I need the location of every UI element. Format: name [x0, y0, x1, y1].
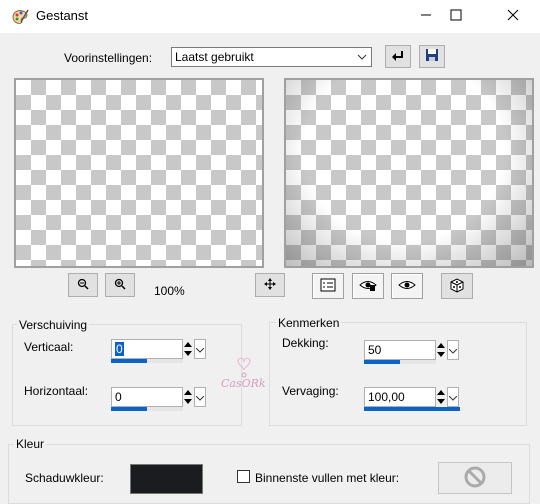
- blur-spinner[interactable]: 100,00: [364, 387, 460, 411]
- no-color-icon: [463, 465, 487, 492]
- chevron-down-icon: [448, 343, 458, 357]
- opacity-dropdown[interactable]: [447, 340, 459, 360]
- zoom-level: 100%: [154, 284, 185, 298]
- watermark-text: CasORk: [221, 377, 266, 390]
- presets-dropdown[interactable]: Laatst gebruikt: [171, 47, 372, 67]
- palette-icon: [10, 7, 30, 27]
- auto-proof-icon: [398, 279, 416, 294]
- minimize-icon: [420, 9, 432, 24]
- randomize-button[interactable]: [441, 273, 473, 299]
- opacity-bar-fill: [364, 360, 400, 364]
- vertical-spinner[interactable]: 0: [111, 339, 207, 363]
- properties-icon: [320, 278, 336, 295]
- chevron-down-icon: [195, 342, 205, 356]
- pan-button[interactable]: [255, 273, 285, 297]
- fill-color-swatch[interactable]: [438, 462, 512, 494]
- vertical-label: Verticaal:: [24, 340, 74, 354]
- horizontal-stepper[interactable]: [183, 387, 193, 407]
- vertical-dropdown[interactable]: [194, 339, 206, 359]
- opacity-bar: [364, 360, 436, 364]
- offset-group-title: Verschuiving: [17, 318, 90, 332]
- horizontal-input[interactable]: 0: [111, 387, 183, 407]
- proof-button[interactable]: [352, 273, 384, 299]
- horizontal-bar: [111, 407, 183, 411]
- presets-label: Voorinstellingen:: [64, 51, 153, 65]
- original-preview[interactable]: [14, 78, 264, 268]
- dice-icon: [449, 277, 465, 296]
- opacity-value: 50: [368, 343, 382, 357]
- horizontal-spinner[interactable]: 0: [111, 387, 207, 411]
- save-preset-button[interactable]: [419, 45, 445, 68]
- shadow-effect: [286, 80, 532, 266]
- title-bar: Gestanst: [0, 0, 540, 33]
- fill-inside-checkbox[interactable]: [237, 470, 250, 483]
- horizontal-value: 0: [115, 390, 122, 404]
- vertical-value: 0: [115, 342, 124, 356]
- horizontal-bar-fill: [111, 407, 147, 411]
- maximize-icon: [450, 9, 462, 24]
- fill-inside-label[interactable]: Binnenste vullen met kleur:: [255, 471, 399, 485]
- close-icon: [507, 9, 519, 24]
- vertical-stepper[interactable]: [183, 339, 193, 359]
- reset-icon: [390, 48, 406, 65]
- chevron-down-icon: [195, 390, 205, 404]
- blur-bar-fill: [364, 407, 460, 411]
- blur-label: Vervaging:: [282, 384, 339, 398]
- blur-value: 100,00: [368, 390, 405, 404]
- opacity-input[interactable]: 50: [364, 340, 436, 360]
- properties-button[interactable]: [312, 273, 344, 299]
- horizontal-label: Horizontaal:: [24, 384, 89, 398]
- chevron-down-icon: [353, 48, 371, 66]
- blur-stepper[interactable]: [436, 387, 446, 407]
- shadow-color-swatch[interactable]: [130, 464, 203, 494]
- chevron-down-icon: [448, 390, 458, 404]
- maximize-button[interactable]: [433, 0, 479, 33]
- presets-selected: Laatst gebruikt: [175, 50, 254, 64]
- reset-button[interactable]: [385, 45, 411, 68]
- close-button[interactable]: [490, 0, 536, 33]
- save-icon: [425, 48, 439, 65]
- shadow-color-label: Schaduwkleur:: [25, 471, 104, 485]
- opacity-stepper[interactable]: [436, 340, 446, 360]
- blur-input[interactable]: 100,00: [364, 387, 436, 407]
- window-title: Gestanst: [36, 8, 89, 23]
- horizontal-dropdown[interactable]: [194, 387, 206, 407]
- vertical-input[interactable]: 0: [111, 339, 183, 359]
- result-preview[interactable]: [284, 78, 534, 268]
- proof-icon: [359, 278, 377, 295]
- color-group-title: Kleur: [14, 437, 47, 451]
- auto-proof-button[interactable]: [391, 273, 423, 299]
- zoom-in-button[interactable]: [105, 273, 135, 297]
- blur-bar: [364, 407, 460, 411]
- vertical-bar: [111, 359, 183, 363]
- zoom-in-icon: [114, 278, 126, 293]
- vertical-bar-fill: [111, 359, 147, 363]
- zoom-out-button[interactable]: [68, 273, 98, 297]
- blur-dropdown[interactable]: [447, 387, 459, 407]
- zoom-out-icon: [77, 278, 89, 293]
- attributes-group-title: Kenmerken: [276, 316, 342, 330]
- pan-icon: [264, 277, 276, 293]
- opacity-label: Dekking:: [282, 336, 329, 350]
- opacity-spinner[interactable]: 50: [364, 340, 460, 364]
